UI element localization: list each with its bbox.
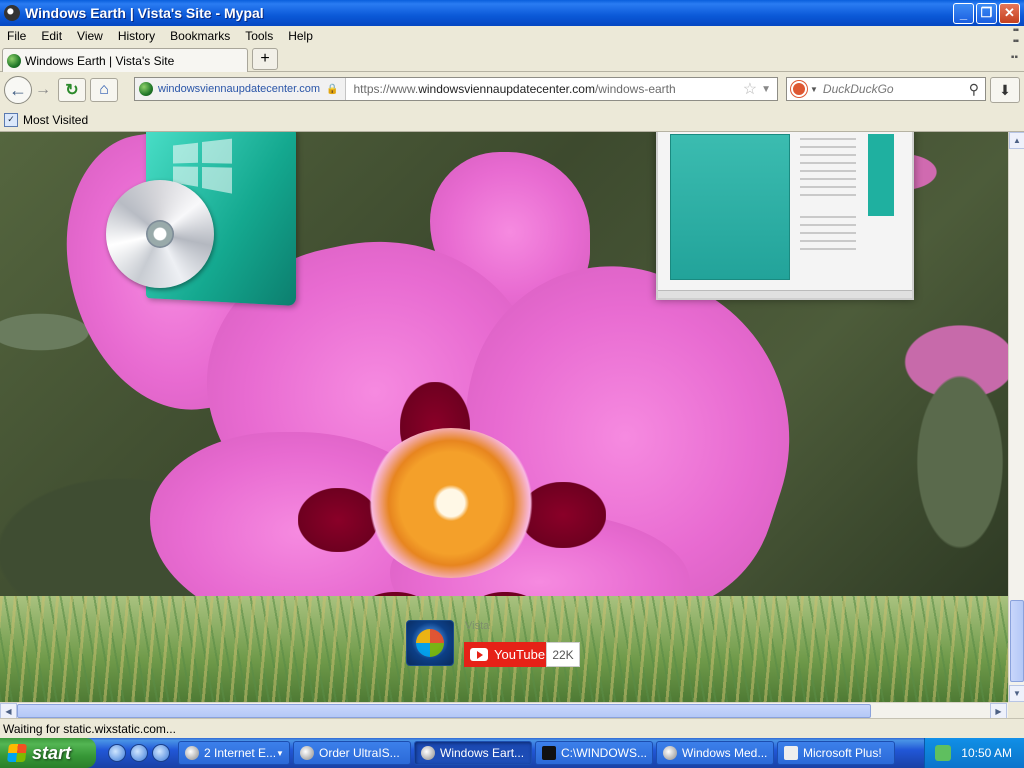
- minimize-button[interactable]: _: [953, 2, 974, 24]
- vista-channel-avatar[interactable]: [406, 620, 454, 666]
- horizontal-scrollbar[interactable]: ◀ ▶: [0, 702, 1008, 719]
- close-button[interactable]: ✕: [999, 2, 1020, 24]
- menu-history[interactable]: History: [111, 29, 163, 43]
- address-bar[interactable]: windowsviennaupdatecenter.com 🔒 https://…: [134, 77, 778, 101]
- reload-button[interactable]: ↻: [58, 78, 86, 102]
- channel-name[interactable]: Vista: [465, 620, 489, 632]
- start-button[interactable]: start: [0, 738, 96, 768]
- subscriber-count: 22K: [546, 642, 580, 667]
- ie-icon: [185, 746, 199, 760]
- new-tab-button[interactable]: +: [252, 48, 278, 70]
- taskbar-item-internet-explorer[interactable]: 2 Internet E... ▼: [178, 741, 290, 765]
- downloads-button[interactable]: ⬇: [990, 77, 1020, 103]
- menu-bookmarks[interactable]: Bookmarks: [163, 29, 238, 43]
- maximize-button[interactable]: ❐: [976, 2, 997, 24]
- mypal-icon: [421, 746, 435, 760]
- tab-windows-earth[interactable]: Windows Earth | Vista's Site: [2, 48, 248, 72]
- status-text: Waiting for static.wixstatic.com...: [3, 721, 176, 736]
- title-bar: Windows Earth | Vista's Site - Mypal _ ❐…: [0, 0, 1024, 26]
- group-dropdown-icon: ▼: [276, 748, 284, 758]
- menu-file[interactable]: File: [0, 29, 34, 43]
- window-title: Windows Earth | Vista's Site - Mypal: [25, 5, 264, 21]
- taskbar-item-order-ultraiso[interactable]: Order UltraIS...: [293, 741, 411, 765]
- window-screenshot-image: [656, 132, 914, 300]
- vertical-scrollbar[interactable]: ▲ ▼: [1008, 132, 1024, 702]
- taskbar-item-windows-media[interactable]: Windows Med...: [656, 741, 774, 765]
- bookmark-star-icon[interactable]: ☆: [743, 79, 757, 99]
- home-icon: ⌂: [99, 81, 109, 98]
- command-prompt-icon: [542, 746, 556, 760]
- toolbar-grip-icon: ▪▪ ▪▪: [1012, 25, 1019, 47]
- status-bar: Waiting for static.wixstatic.com...: [0, 718, 1024, 738]
- scrollbar-corner: [1008, 702, 1024, 718]
- tab-title: Windows Earth | Vista's Site: [25, 53, 175, 68]
- youtube-label: YouTube: [494, 647, 546, 662]
- home-button[interactable]: ⌂: [90, 78, 118, 102]
- scroll-left-arrow-icon[interactable]: ◀: [0, 703, 17, 719]
- system-tray: 10:50 AM: [924, 738, 1024, 768]
- start-label: start: [32, 742, 72, 763]
- bookmarks-toolbar: ✓ Most Visited: [0, 108, 1024, 132]
- menu-help[interactable]: Help: [281, 29, 321, 43]
- search-icon[interactable]: ⚲: [969, 81, 979, 98]
- scroll-right-arrow-icon[interactable]: ▶: [990, 703, 1007, 719]
- bookmark-most-visited[interactable]: Most Visited: [23, 113, 88, 127]
- site-identity-button[interactable]: windowsviennaupdatecenter.com 🔒: [135, 78, 346, 100]
- internet-explorer-icon[interactable]: [108, 744, 126, 762]
- install-media-image: [100, 132, 300, 312]
- clock[interactable]: 10:50 AM: [961, 746, 1012, 760]
- vertical-scroll-thumb[interactable]: [1010, 600, 1024, 682]
- cd-disc-icon: [106, 180, 214, 288]
- tray-app-icon[interactable]: [935, 745, 952, 761]
- search-bar[interactable]: ▼ DuckDuckGo ⚲: [786, 77, 986, 101]
- search-engine-dropdown-icon[interactable]: ▼: [810, 85, 818, 94]
- reload-icon: ↻: [65, 82, 79, 99]
- menu-edit[interactable]: Edit: [34, 29, 70, 43]
- media-player-icon[interactable]: [152, 744, 170, 762]
- most-visited-icon: ✓: [4, 112, 18, 127]
- download-arrow-icon: ⬇: [999, 81, 1011, 98]
- mypal-icon: [300, 746, 314, 760]
- duckduckgo-icon[interactable]: [791, 81, 807, 97]
- back-button[interactable]: ←: [4, 76, 32, 104]
- arrow-right-icon: →: [35, 81, 51, 98]
- menu-tools[interactable]: Tools: [238, 29, 281, 43]
- search-placeholder: DuckDuckGo: [822, 82, 894, 96]
- site-identity-label: windowsviennaupdatecenter.com: [158, 83, 321, 95]
- tabbar-grip-icon: ▪▪: [1010, 52, 1018, 63]
- horizontal-scroll-thumb[interactable]: [17, 704, 871, 718]
- taskbar-item-microsoft-plus[interactable]: Microsoft Plus!: [777, 741, 895, 765]
- mypal-app-icon[interactable]: [4, 5, 20, 21]
- youtube-subscribe-button[interactable]: YouTube: [464, 642, 546, 667]
- globe-icon: [139, 82, 153, 96]
- url-text[interactable]: https://www.windowsviennaupdatecenter.co…: [354, 82, 676, 96]
- tab-bar: Windows Earth | Vista's Site + ▪▪: [0, 46, 1024, 72]
- browser-icon[interactable]: [130, 744, 148, 762]
- windows-media-icon: [663, 746, 677, 760]
- windows-logo-icon: [416, 629, 444, 657]
- windows-taskbar: start 2 Internet E... ▼ Order UltraIS...…: [0, 738, 1024, 768]
- page-content: Vista YouTube 22K: [0, 132, 1008, 702]
- taskbar-item-windows-earth[interactable]: Windows Eart...: [414, 741, 532, 765]
- microsoft-plus-icon: [784, 746, 798, 760]
- scroll-up-arrow-icon[interactable]: ▲: [1009, 132, 1024, 149]
- menu-bar: File Edit View History Bookmarks Tools H…: [0, 25, 1024, 47]
- navigation-toolbar: ← → ↻ ⌂ windowsviennaupdatecenter.com 🔒 …: [0, 72, 1024, 108]
- scroll-down-arrow-icon[interactable]: ▼: [1009, 685, 1024, 702]
- taskbar-item-command-prompt[interactable]: C:\WINDOWS...: [535, 741, 653, 765]
- menu-view[interactable]: View: [70, 29, 111, 43]
- lock-icon: 🔒: [326, 83, 339, 95]
- site-globe-icon: [7, 53, 21, 68]
- url-dropdown-icon[interactable]: ▼: [761, 84, 771, 95]
- quick-launch: [108, 744, 170, 762]
- arrow-left-icon: ←: [9, 79, 27, 100]
- windows-flag-icon: [7, 744, 27, 762]
- forward-button[interactable]: →: [32, 79, 54, 101]
- youtube-play-icon: [470, 648, 488, 661]
